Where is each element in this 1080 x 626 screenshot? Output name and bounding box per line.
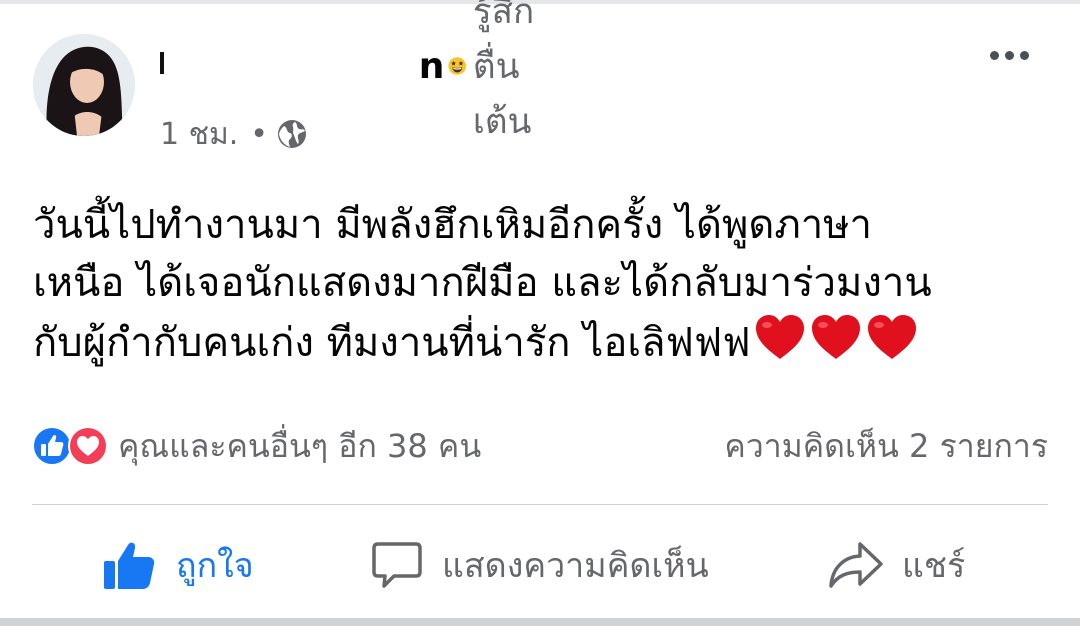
thumbs-up-icon — [104, 542, 155, 589]
reactions-count-text: คุณและคนอื่นๆ อีก 38 คน — [118, 426, 482, 465]
post-header: n รู้สึกตื่นเต้น — [160, 0, 550, 142]
share-arrow-icon — [829, 542, 883, 588]
globe-icon[interactable] — [276, 118, 308, 150]
post-text-line: วันนี้ไปทำงานมา มีพลังฮึกเหิมอีกครั้ง ได… — [33, 202, 873, 248]
more-options-icon — [1019, 50, 1029, 60]
bottom-edge — [0, 618, 1080, 626]
post-text-line: กับผู้กำกับคนเก่ง ทีมงานที่น่ารัก ไอเลิฟ… — [33, 312, 1043, 372]
comments-count[interactable]: ความคิดเห็น 2 รายการ — [724, 424, 1048, 468]
share-button[interactable]: แชร์ — [828, 530, 965, 600]
author-name-redacted — [160, 52, 164, 74]
comment-button-label: แสดงความคิดเห็น — [442, 546, 709, 586]
comment-icon — [372, 542, 422, 588]
post-body: วันนี้ไปทำงานมา มีพลังฮึกเหิมอีกครั้ง ได… — [33, 196, 1043, 372]
reactions-summary[interactable]: คุณและคนอื่นๆ อีก 38 คน — [32, 424, 481, 468]
post-time[interactable]: 1 ชม. — [160, 111, 238, 158]
avatar-image — [33, 34, 135, 136]
comment-button[interactable]: แสดงความคิดเห็น — [370, 530, 709, 600]
avatar[interactable] — [33, 34, 135, 136]
share-button-label: แชร์ — [902, 546, 966, 586]
red-heart-emoji-icon — [811, 315, 860, 359]
like-button-label: ถูกใจ — [176, 546, 254, 586]
divider — [32, 504, 1048, 505]
more-options-icon — [1004, 50, 1014, 60]
post-text-line-content: กับผู้กำกับคนเก่ง ทีมงานที่น่ารัก ไอเลิฟ… — [33, 320, 751, 366]
reaction-icons — [32, 426, 108, 466]
like-button[interactable]: ถูกใจ — [102, 530, 254, 600]
love-reaction-icon — [68, 426, 108, 466]
more-options-icon — [989, 50, 999, 60]
more-options-button[interactable] — [984, 40, 1034, 70]
like-reaction-icon — [32, 426, 72, 466]
post-actions-bar: ถูกใจ แสดงความคิดเห็น แชร์ — [0, 530, 1080, 600]
hearts-emoji-group — [753, 312, 919, 362]
author-name[interactable]: n — [419, 46, 445, 87]
meta-separator: • — [250, 116, 268, 152]
post-text-line: เหนือ ได้เจอนักแสดงมากฝีมือ และได้กลับมา… — [33, 260, 932, 306]
feeling-text: รู้สึกตื่นเต้น — [472, 0, 535, 142]
post-meta: 1 ชม. • — [160, 114, 308, 154]
red-heart-emoji-icon — [867, 315, 916, 359]
red-heart-emoji-icon — [755, 315, 804, 359]
star-struck-emoji-icon — [448, 57, 467, 75]
